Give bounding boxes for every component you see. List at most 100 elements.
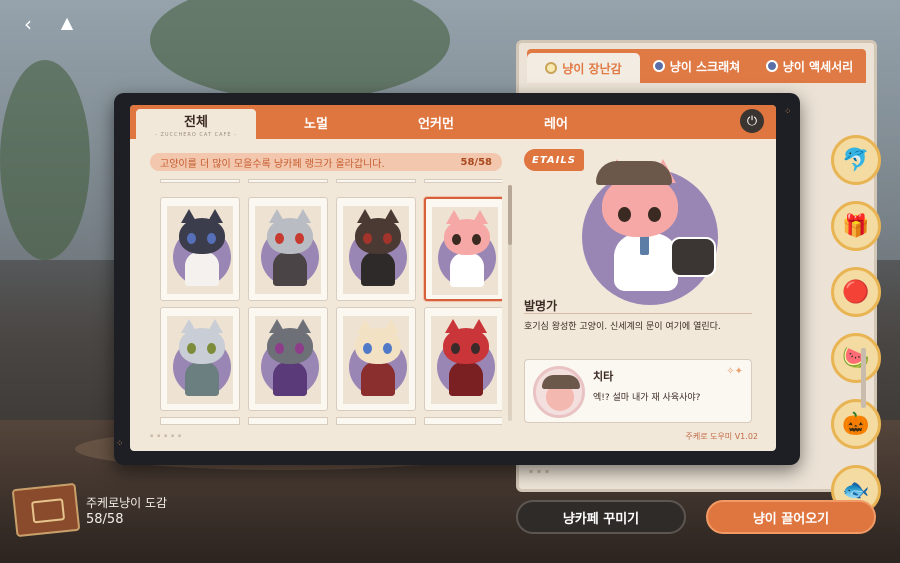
cat-card[interactable] (336, 197, 416, 301)
speaker-name: 치타 (593, 370, 614, 383)
bring-cat-button[interactable]: 냥이 끌어오기 (706, 500, 876, 534)
gem-icon (765, 60, 778, 72)
cat-eye (383, 343, 392, 354)
panel-footer-decoration: ▪ ▪ ▪ (529, 468, 551, 475)
cat-collection-tablet: ⁘ ⁘ 전체 - ZUCCHERO CAT CAFE - 노멀 언커먼 레어 ⏻… (114, 93, 800, 465)
cat-head (267, 209, 313, 254)
cat-eye (471, 343, 480, 354)
cat-eye (187, 233, 196, 244)
details-logo: ETAILS (524, 149, 584, 171)
cat-grid (150, 177, 502, 425)
pumpkin-icon[interactable]: 🎃 (831, 399, 881, 449)
cat-body (185, 252, 219, 286)
notice-text: 고양이를 더 많이 모을수록 냥카페 랭크가 올라갑니다. (160, 158, 385, 170)
card-edge (424, 179, 502, 183)
cat-description: 호기심 왕성한 고양이. 신세계의 문이 여기에 열린다. (524, 322, 721, 332)
rarity-tabs: 전체 - ZUCCHERO CAT CAFE - 노멀 언커먼 레어 ⏻ (130, 105, 776, 139)
collection-title: 주케로냥이 도감 (86, 496, 168, 510)
book-icon[interactable] (11, 482, 81, 538)
cat-body (273, 362, 307, 396)
divider (524, 313, 752, 314)
tie-icon (640, 235, 649, 255)
cat-head (444, 210, 490, 255)
cat-name: 발명가 (524, 299, 558, 313)
tab-accessory[interactable]: 냥이 액세서리 (753, 49, 866, 83)
cat-body (450, 253, 484, 287)
card-edge (336, 179, 416, 183)
cat-eye (451, 343, 460, 354)
screen-footer-decoration: ▪ ▪ ▪ ▪ ▪ (150, 433, 183, 439)
gift-box-icon[interactable]: 🎁 (831, 201, 881, 251)
rank-notice: 고양이를 더 많이 모을수록 냥카페 랭크가 올라갑니다. 58/58 (150, 153, 502, 171)
cat-head (443, 319, 489, 364)
cat-eye (275, 343, 284, 354)
toy-tabs: 냥이 장난감 냥이 스크래쳐 냥이 액세서리 (527, 49, 866, 83)
hat-icon (596, 161, 672, 185)
cat-eye (295, 233, 304, 244)
card-edge (336, 417, 416, 425)
toy-list: 🐬 🎁 🔴 🍉 🎃 🐟 (831, 135, 887, 531)
card-edge (160, 417, 240, 425)
cat-card[interactable] (248, 197, 328, 301)
cat-eye (275, 233, 284, 244)
avatar (533, 366, 585, 418)
toy-scrollbar[interactable] (861, 348, 866, 408)
cat-card[interactable] (424, 197, 502, 301)
cat-head (355, 209, 401, 254)
cat-body (361, 252, 395, 286)
background-plant (0, 60, 90, 260)
collection-count: 58/58 (86, 512, 124, 527)
tablet-dots-icon: ⁘ (116, 439, 125, 449)
cat-eye (648, 207, 661, 222)
cat-eye (452, 234, 461, 245)
ball-icon[interactable]: 🔴 (831, 267, 881, 317)
power-button[interactable]: ⏻ (740, 109, 764, 133)
tab-rare[interactable]: 레어 (496, 105, 616, 139)
tab-normal[interactable]: 노멀 (256, 105, 376, 139)
tab-scratcher[interactable]: 냥이 스크래쳐 (640, 49, 753, 83)
tab-label: 냥이 액세서리 (782, 59, 854, 74)
card-edge (248, 179, 328, 183)
tab-label: 냥이 스크래쳐 (669, 59, 741, 74)
cat-card[interactable] (336, 307, 416, 411)
cat-eye (207, 343, 216, 354)
card-edge (248, 417, 328, 425)
cat-eye (383, 233, 392, 244)
cat-card[interactable] (248, 307, 328, 411)
keeper-dialogue: 치타 ✧✦ 엑!? 설마 내가 재 사육사야? (524, 359, 752, 423)
tab-label: 전체 (184, 114, 208, 130)
dolphin-toy-icon[interactable]: 🐬 (831, 135, 881, 185)
card-edge (424, 417, 502, 425)
cat-card[interactable] (424, 307, 502, 411)
cat-eye (472, 234, 481, 245)
cat-body (361, 362, 395, 396)
cat-card[interactable] (160, 197, 240, 301)
watermelon-icon[interactable]: 🍉 (831, 333, 881, 383)
tablet-dots-icon: ⁘ (784, 107, 793, 117)
cat-eye (363, 343, 372, 354)
scroll-thumb[interactable] (508, 185, 512, 245)
cat-eye (618, 207, 631, 222)
cat-head (179, 209, 225, 254)
cat-eye (295, 343, 304, 354)
cat-eye (363, 233, 372, 244)
home-icon[interactable]: ▲ (56, 12, 78, 34)
cat-body (449, 362, 483, 396)
app-version: 주케로 도우미 V1.02 (685, 432, 758, 441)
cat-eye (207, 233, 216, 244)
cat-body (185, 362, 219, 396)
tab-subtitle: - ZUCCHERO CAT CAFE - (155, 131, 237, 138)
tab-uncommon[interactable]: 언커먼 (376, 105, 496, 139)
cat-head (179, 319, 225, 364)
decorate-cafe-button[interactable]: 냥카페 꾸미기 (516, 500, 686, 534)
tab-toys[interactable]: 냥이 장난감 (527, 53, 640, 83)
card-edge (160, 179, 240, 183)
cat-grid-scrollbar[interactable] (508, 185, 512, 421)
notice-count: 58/58 (460, 156, 492, 168)
cow-backpack-icon (670, 237, 716, 277)
cat-body (273, 252, 307, 286)
cat-card[interactable] (160, 307, 240, 411)
back-button[interactable]: ‹ (18, 12, 38, 36)
tab-all[interactable]: 전체 - ZUCCHERO CAT CAFE - (136, 109, 256, 139)
gem-icon (652, 60, 665, 72)
